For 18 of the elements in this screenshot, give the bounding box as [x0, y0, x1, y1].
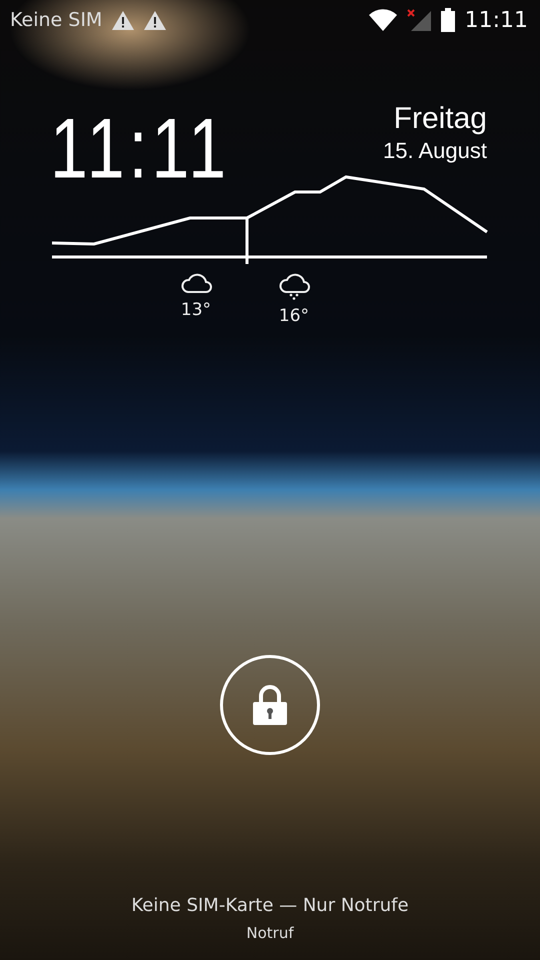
weekday-label: Freitag	[394, 102, 487, 136]
rain-cloud-icon	[278, 272, 310, 300]
carrier-label: Keine SIM	[10, 9, 102, 31]
clock-time: 11:11	[50, 106, 230, 191]
cloud-icon	[180, 272, 212, 294]
emergency-call-link[interactable]: Notruf	[246, 924, 294, 942]
status-time: 11:11	[464, 8, 528, 32]
date-label: 15. August	[383, 138, 487, 164]
temperature-label: 16°	[278, 306, 310, 326]
unlock-button[interactable]	[220, 655, 320, 755]
battery-icon	[440, 8, 455, 32]
temperature-label: 13°	[180, 300, 212, 320]
no-signal-icon	[406, 9, 431, 31]
wifi-icon	[368, 9, 397, 31]
warning-icon	[112, 10, 134, 30]
padlock-icon	[253, 685, 287, 725]
sim-status-text: Keine SIM-Karte — Nur Notrufe	[131, 895, 409, 916]
warning-icon	[144, 10, 166, 30]
